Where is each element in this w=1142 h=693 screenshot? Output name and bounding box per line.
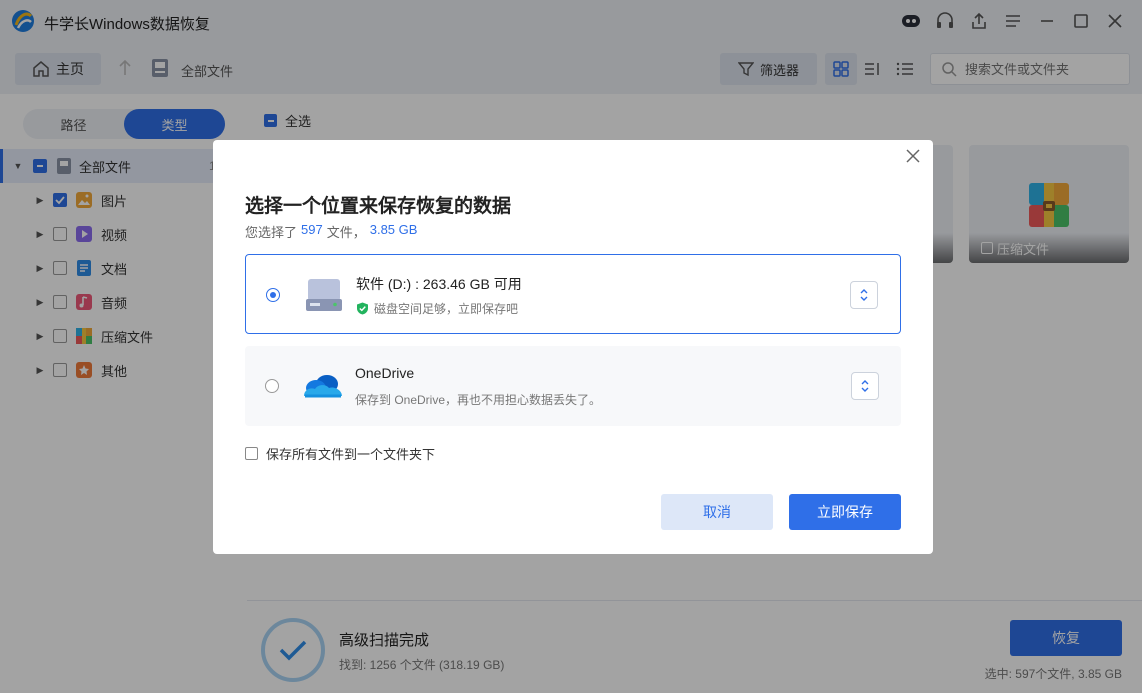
chevron-updown-icon	[860, 289, 868, 301]
dialog-subtitle: 您选择了 597 文件， 3.85 GB	[245, 222, 417, 241]
drive-d-desc: 磁盘空间足够，立即保存吧	[356, 300, 518, 317]
chevron-updown-icon	[861, 380, 869, 392]
hard-drive-icon	[306, 279, 342, 311]
drive-d-stepper[interactable]	[850, 281, 878, 309]
subtitle-mid: 文件，	[326, 225, 366, 240]
save-one-folder-checkbox[interactable]	[245, 447, 258, 460]
option-drive-d[interactable]: 软件 (D:) : 263.46 GB 可用 磁盘空间足够，立即保存吧	[245, 254, 901, 334]
save-one-folder-label: 保存所有文件到一个文件夹下	[266, 447, 436, 462]
shield-check-icon	[357, 302, 368, 315]
drive-d-name: 软件 (D:) : 263.46 GB 可用	[356, 276, 522, 292]
save-now-button[interactable]: 立即保存	[789, 494, 901, 530]
save-location-dialog: 选择一个位置来保存恢复的数据 您选择了 597 文件， 3.85 GB 软件 (…	[213, 140, 933, 554]
drive-d-radio[interactable]	[266, 288, 280, 302]
dialog-title: 选择一个位置来保存恢复的数据	[245, 196, 512, 217]
subtitle-prefix: 您选择了	[245, 225, 298, 240]
close-icon[interactable]	[905, 148, 921, 164]
file-count: 597	[301, 222, 323, 237]
onedrive-radio[interactable]	[265, 379, 279, 393]
onedrive-icon	[304, 375, 342, 398]
cancel-button[interactable]: 取消	[661, 494, 773, 530]
save-one-folder-option[interactable]: 保存所有文件到一个文件夹下	[245, 444, 435, 463]
option-onedrive[interactable]: OneDrive 保存到 OneDrive，再也不用担心数据丢失了。	[245, 346, 901, 426]
onedrive-stepper[interactable]	[851, 372, 879, 400]
drive-d-desc-text: 磁盘空间足够，立即保存吧	[374, 302, 519, 316]
selected-size: 3.85 GB	[369, 222, 418, 237]
onedrive-name: OneDrive	[355, 365, 415, 381]
onedrive-desc: 保存到 OneDrive，再也不用担心数据丢失了。	[355, 393, 602, 407]
